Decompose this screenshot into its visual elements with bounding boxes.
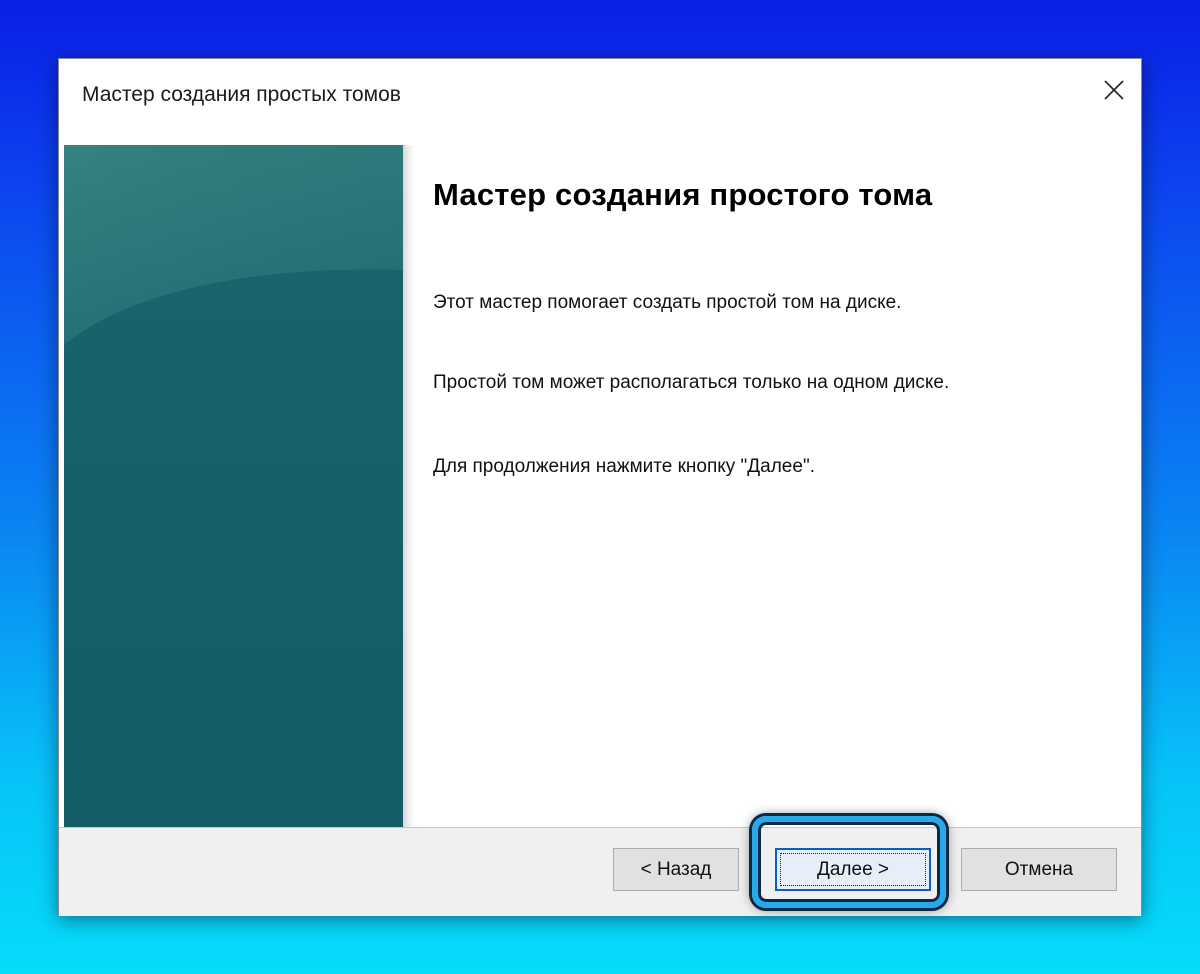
back-button[interactable]: < Назад bbox=[613, 848, 739, 891]
cancel-button[interactable]: Отмена bbox=[961, 848, 1117, 891]
wizard-side-banner bbox=[64, 145, 403, 827]
instruction-text: Для продолжения нажмите кнопку "Далее". bbox=[433, 456, 815, 477]
info-text: Простой том может располагаться только н… bbox=[433, 372, 950, 393]
next-button[interactable]: Далее > bbox=[775, 848, 931, 891]
next-button-label: Далее > bbox=[816, 858, 890, 880]
banner-graphic bbox=[64, 145, 403, 827]
wizard-heading: Мастер создания простого тома bbox=[433, 177, 933, 212]
close-icon bbox=[1104, 80, 1124, 100]
intro-text: Этот мастер помогает создать простой том… bbox=[433, 292, 902, 313]
button-bar: < Назад Далее > Отмена bbox=[59, 827, 1141, 916]
banner-shadow bbox=[403, 145, 415, 827]
title-bar: Мастер создания простых томов bbox=[59, 59, 1141, 143]
close-button[interactable] bbox=[1087, 59, 1141, 121]
wizard-dialog: Мастер создания простых томов Мастер соз… bbox=[58, 58, 1142, 916]
window-title: Мастер создания простых томов bbox=[82, 83, 401, 106]
